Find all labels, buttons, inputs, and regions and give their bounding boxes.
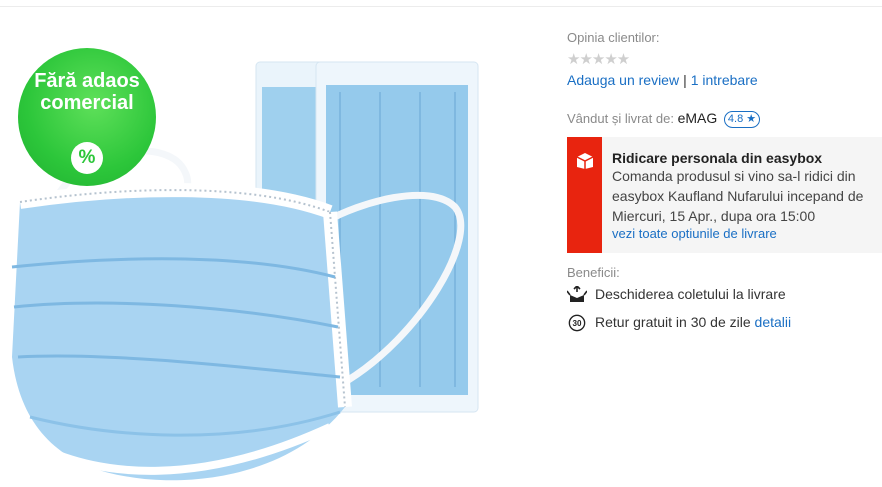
benefit-text: Retur gratuit in 30 de zile	[595, 314, 751, 330]
easybox-title: Ridicare personala din easybox	[612, 150, 823, 166]
badge-text: Fără adaos comercial	[34, 70, 140, 114]
seller-rating-badge[interactable]: 4.8 ★	[723, 111, 761, 128]
return-30-icon: 30	[568, 314, 586, 332]
easybox-pickup-box: Ridicare personala din easybox Comanda p…	[567, 137, 882, 253]
product-image[interactable]: Fără adaos comercial %	[0, 7, 555, 487]
review-links: Adauga un review | 1 intrebare	[567, 72, 758, 88]
seller-info: Vândut și livrat de: eMAG 4.8 ★	[567, 110, 761, 128]
add-review-link[interactable]: Adauga un review	[567, 72, 679, 88]
easybox-description: Comanda produsul si vino sa-l ridici din…	[612, 168, 864, 224]
reviews-label: Opinia clientilor:	[567, 30, 660, 45]
benefit-free-return: 30 Retur gratuit in 30 de zile detalii	[567, 314, 791, 332]
no-markup-badge: Fără adaos comercial %	[18, 48, 156, 186]
questions-link[interactable]: 1 intrebare	[691, 72, 758, 88]
benefit-open-package: Deschiderea coletului la livrare	[567, 286, 786, 304]
delivery-options-link[interactable]: vezi toate optiunile de livrare	[612, 226, 777, 241]
benefit-text: Deschiderea coletului la livrare	[595, 286, 786, 302]
seller-label: Vândut și livrat de:	[567, 111, 674, 126]
svg-text:30: 30	[573, 319, 582, 328]
return-details-link[interactable]: detalii	[755, 314, 792, 330]
seller-name[interactable]: eMAG	[678, 110, 718, 126]
box-icon	[576, 153, 594, 169]
link-separator: |	[683, 72, 687, 88]
easybox-icon-strip	[567, 137, 602, 253]
percent-icon: %	[71, 142, 103, 174]
rating-stars: ★★★★★	[567, 51, 630, 68]
open-package-icon	[567, 286, 587, 303]
benefits-label: Beneficii:	[567, 265, 620, 280]
